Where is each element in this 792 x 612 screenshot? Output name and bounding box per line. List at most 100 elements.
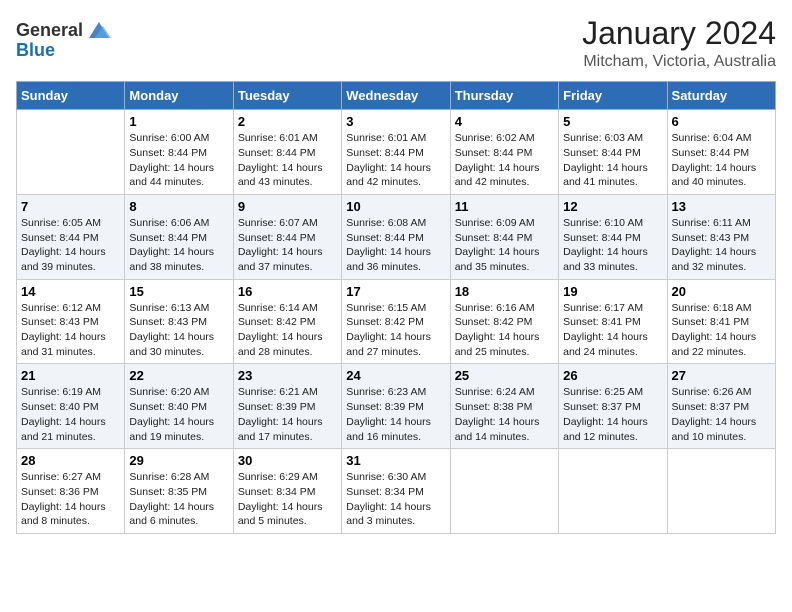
day-number: 1 xyxy=(129,114,228,129)
calendar-cell: 14 Sunrise: 6:12 AMSunset: 8:43 PMDayligh… xyxy=(17,279,125,364)
cell-info: Sunrise: 6:02 AMSunset: 8:44 PMDaylight:… xyxy=(455,131,554,190)
calendar-header-sunday: Sunday xyxy=(17,82,125,110)
calendar-cell: 20 Sunrise: 6:18 AMSunset: 8:41 PMDayligh… xyxy=(667,279,775,364)
cell-info: Sunrise: 6:04 AMSunset: 8:44 PMDaylight:… xyxy=(672,131,771,190)
day-number: 20 xyxy=(672,284,771,299)
calendar-cell: 23 Sunrise: 6:21 AMSunset: 8:39 PMDayligh… xyxy=(233,364,341,449)
cell-info: Sunrise: 6:13 AMSunset: 8:43 PMDaylight:… xyxy=(129,301,228,360)
day-number: 4 xyxy=(455,114,554,129)
calendar-header-tuesday: Tuesday xyxy=(233,82,341,110)
cell-info: Sunrise: 6:25 AMSunset: 8:37 PMDaylight:… xyxy=(563,385,662,444)
calendar-week-row: 14 Sunrise: 6:12 AMSunset: 8:43 PMDayligh… xyxy=(17,279,776,364)
month-year-title: January 2024 xyxy=(582,16,776,51)
calendar-cell xyxy=(450,449,558,534)
calendar-cell: 13 Sunrise: 6:11 AMSunset: 8:43 PMDayligh… xyxy=(667,194,775,279)
cell-info: Sunrise: 6:00 AMSunset: 8:44 PMDaylight:… xyxy=(129,131,228,190)
day-number: 2 xyxy=(238,114,337,129)
cell-info: Sunrise: 6:21 AMSunset: 8:39 PMDaylight:… xyxy=(238,385,337,444)
calendar-cell: 25Sunrise: 6:24 AMSunset: 8:38 PMDayligh… xyxy=(450,364,558,449)
cell-info: Sunrise: 6:16 AMSunset: 8:42 PMDaylight:… xyxy=(455,301,554,360)
calendar-cell xyxy=(17,110,125,195)
calendar-week-row: 21 Sunrise: 6:19 AMSunset: 8:40 PMDayligh… xyxy=(17,364,776,449)
cell-info: Sunrise: 6:11 AMSunset: 8:43 PMDaylight:… xyxy=(672,216,771,275)
day-number: 13 xyxy=(672,199,771,214)
calendar-header-thursday: Thursday xyxy=(450,82,558,110)
cell-info: Sunrise: 6:28 AMSunset: 8:35 PMDaylight:… xyxy=(129,470,228,529)
calendar-header-wednesday: Wednesday xyxy=(342,82,450,110)
day-number: 10 xyxy=(346,199,445,214)
day-number: 29 xyxy=(129,453,228,468)
calendar-cell: 27 Sunrise: 6:26 AMSunset: 8:37 PMDayligh… xyxy=(667,364,775,449)
calendar-header-saturday: Saturday xyxy=(667,82,775,110)
cell-info: Sunrise: 6:06 AMSunset: 8:44 PMDaylight:… xyxy=(129,216,228,275)
day-number: 5 xyxy=(563,114,662,129)
calendar-cell: 1 Sunrise: 6:00 AMSunset: 8:44 PMDaylight… xyxy=(125,110,233,195)
calendar-week-row: 7 Sunrise: 6:05 AMSunset: 8:44 PMDaylight… xyxy=(17,194,776,279)
calendar-cell: 9 Sunrise: 6:07 AMSunset: 8:44 PMDaylight… xyxy=(233,194,341,279)
day-number: 30 xyxy=(238,453,337,468)
cell-info: Sunrise: 6:05 AMSunset: 8:44 PMDaylight:… xyxy=(21,216,120,275)
cell-info: Sunrise: 6:24 AMSunset: 8:38 PMDaylight:… xyxy=(455,385,554,444)
cell-info: Sunrise: 6:12 AMSunset: 8:43 PMDaylight:… xyxy=(21,301,120,360)
day-number: 19 xyxy=(563,284,662,299)
logo-general: General xyxy=(16,20,83,41)
calendar-cell: 29 Sunrise: 6:28 AMSunset: 8:35 PMDayligh… xyxy=(125,449,233,534)
calendar-cell: 31 Sunrise: 6:30 AMSunset: 8:34 PMDayligh… xyxy=(342,449,450,534)
calendar-cell: 5 Sunrise: 6:03 AMSunset: 8:44 PMDaylight… xyxy=(559,110,667,195)
day-number: 7 xyxy=(21,199,120,214)
calendar-cell: 11 Sunrise: 6:09 AMSunset: 8:44 PMDayligh… xyxy=(450,194,558,279)
cell-info: Sunrise: 6:03 AMSunset: 8:44 PMDaylight:… xyxy=(563,131,662,190)
cell-info: Sunrise: 6:29 AMSunset: 8:34 PMDaylight:… xyxy=(238,470,337,529)
day-number: 16 xyxy=(238,284,337,299)
calendar-cell: 10 Sunrise: 6:08 AMSunset: 8:44 PMDayligh… xyxy=(342,194,450,279)
cell-info: Sunrise: 6:08 AMSunset: 8:44 PMDaylight:… xyxy=(346,216,445,275)
day-number: 8 xyxy=(129,199,228,214)
day-number: 27 xyxy=(672,368,771,383)
calendar-cell: 21 Sunrise: 6:19 AMSunset: 8:40 PMDayligh… xyxy=(17,364,125,449)
cell-info: Sunrise: 6:18 AMSunset: 8:41 PMDaylight:… xyxy=(672,301,771,360)
calendar-cell: 24 Sunrise: 6:23 AMSunset: 8:39 PMDayligh… xyxy=(342,364,450,449)
cell-info: Sunrise: 6:27 AMSunset: 8:36 PMDaylight:… xyxy=(21,470,120,529)
day-number: 26 xyxy=(563,368,662,383)
day-number: 11 xyxy=(455,199,554,214)
calendar-cell: 16Sunrise: 6:14 AMSunset: 8:42 PMDayligh… xyxy=(233,279,341,364)
cell-info: Sunrise: 6:09 AMSunset: 8:44 PMDaylight:… xyxy=(455,216,554,275)
day-number: 23 xyxy=(238,368,337,383)
location-subtitle: Mitcham, Victoria, Australia xyxy=(582,53,776,71)
day-number: 28 xyxy=(21,453,120,468)
day-number: 3 xyxy=(346,114,445,129)
day-number: 31 xyxy=(346,453,445,468)
logo: General Blue xyxy=(16,16,113,61)
calendar-cell: 12Sunrise: 6:10 AMSunset: 8:44 PMDayligh… xyxy=(559,194,667,279)
day-number: 18 xyxy=(455,284,554,299)
calendar-week-row: 28 Sunrise: 6:27 AMSunset: 8:36 PMDayligh… xyxy=(17,449,776,534)
day-number: 24 xyxy=(346,368,445,383)
calendar-cell: 6 Sunrise: 6:04 AMSunset: 8:44 PMDaylight… xyxy=(667,110,775,195)
calendar-cell: 4 Sunrise: 6:02 AMSunset: 8:44 PMDaylight… xyxy=(450,110,558,195)
cell-info: Sunrise: 6:01 AMSunset: 8:44 PMDaylight:… xyxy=(238,131,337,190)
day-number: 15 xyxy=(129,284,228,299)
calendar-cell: 28 Sunrise: 6:27 AMSunset: 8:36 PMDayligh… xyxy=(17,449,125,534)
cell-info: Sunrise: 6:17 AMSunset: 8:41 PMDaylight:… xyxy=(563,301,662,360)
cell-info: Sunrise: 6:07 AMSunset: 8:44 PMDaylight:… xyxy=(238,216,337,275)
cell-info: Sunrise: 6:26 AMSunset: 8:37 PMDaylight:… xyxy=(672,385,771,444)
calendar-header-monday: Monday xyxy=(125,82,233,110)
day-number: 17 xyxy=(346,284,445,299)
calendar-table: SundayMondayTuesdayWednesdayThursdayFrid… xyxy=(16,81,776,534)
cell-info: Sunrise: 6:15 AMSunset: 8:42 PMDaylight:… xyxy=(346,301,445,360)
day-number: 6 xyxy=(672,114,771,129)
cell-info: Sunrise: 6:19 AMSunset: 8:40 PMDaylight:… xyxy=(21,385,120,444)
logo-blue: Blue xyxy=(16,40,55,61)
day-number: 12 xyxy=(563,199,662,214)
day-number: 9 xyxy=(238,199,337,214)
day-number: 14 xyxy=(21,284,120,299)
cell-info: Sunrise: 6:30 AMSunset: 8:34 PMDaylight:… xyxy=(346,470,445,529)
calendar-cell: 26 Sunrise: 6:25 AMSunset: 8:37 PMDayligh… xyxy=(559,364,667,449)
calendar-cell: 30 Sunrise: 6:29 AMSunset: 8:34 PMDayligh… xyxy=(233,449,341,534)
calendar-header-row: SundayMondayTuesdayWednesdayThursdayFrid… xyxy=(17,82,776,110)
cell-info: Sunrise: 6:23 AMSunset: 8:39 PMDaylight:… xyxy=(346,385,445,444)
calendar-cell: 15 Sunrise: 6:13 AMSunset: 8:43 PMDayligh… xyxy=(125,279,233,364)
calendar-header-friday: Friday xyxy=(559,82,667,110)
calendar-cell: 8 Sunrise: 6:06 AMSunset: 8:44 PMDaylight… xyxy=(125,194,233,279)
day-number: 21 xyxy=(21,368,120,383)
